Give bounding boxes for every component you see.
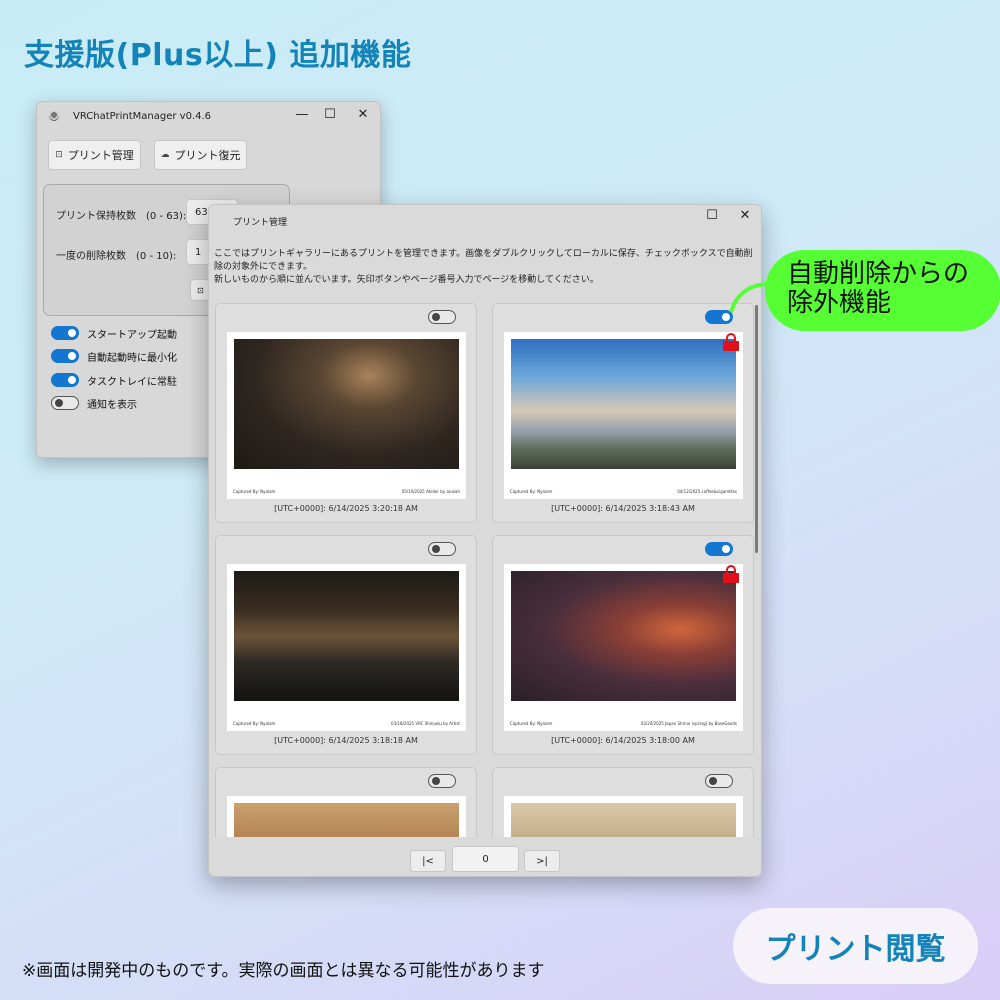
print-caption-left: Captured By: Nyalam <box>510 721 553 726</box>
restore-icon: ☁ <box>160 150 170 160</box>
toggle-row-notify[interactable]: 通知を表示 <box>51 394 137 412</box>
feature-pill: プリント閲覧 <box>733 908 978 984</box>
notify-label: 通知を表示 <box>87 399 137 411</box>
lock-icon <box>723 333 739 351</box>
print-caption-left: Captured By: Nyalam <box>510 489 553 494</box>
delete-count-label: 一度の削除枚数 (0 - 10): <box>56 251 177 262</box>
print-image[interactable]: Captured By: Nyalam 03/18/2025 VRC Shinj… <box>227 564 466 731</box>
page-number-input[interactable]: 0 <box>452 846 519 872</box>
description-line1: ここではプリントギャラリーにあるプリントを管理できます。画像をダブルクリックして… <box>214 249 753 272</box>
close-button[interactable]: ✕ <box>352 107 374 122</box>
app-icon <box>49 111 59 121</box>
keep-count-label: プリント保持枚数 (0 - 63): <box>56 211 187 222</box>
print-caption-right: 05/10/2025 Atelier by anaiah <box>401 489 460 494</box>
print-manage-button[interactable]: ⊡ プリント管理 <box>48 140 141 170</box>
headline: 支援版(Plus以上) 追加機能 <box>24 38 412 73</box>
print-caption-left: Captured By: Nyalam <box>233 489 276 494</box>
exclude-toggle[interactable] <box>705 774 733 788</box>
callout-line1: 自動削除からの <box>787 259 970 289</box>
print-card: Captured By: Nyalam 05/10/2025 Atelier b… <box>215 303 477 523</box>
print-caption-right: 04/12/2025 coffee&cigarettes <box>677 489 737 494</box>
next-page-button[interactable]: >| <box>524 850 560 872</box>
description-line2: 新しいものから順に並んでいます。矢印ボタンやページ番号入力でページを移動してくだ… <box>214 275 599 285</box>
print-image[interactable] <box>227 796 466 837</box>
print-photo <box>511 571 736 701</box>
pm-close-button[interactable]: ✕ <box>734 208 756 223</box>
print-manager-window: プリント管理 ☐ ✕ ここではプリントギャラリーにあるプリントを管理できます。画… <box>208 204 762 877</box>
callout-bubble: 自動削除からの 除外機能 <box>765 250 1000 331</box>
print-timestamp: [UTC+0000]: 6/14/2025 3:18:18 AM <box>274 736 418 745</box>
scrollbar[interactable] <box>755 305 758 553</box>
print-timestamp: [UTC+0000]: 6/14/2025 3:20:18 AM <box>274 504 418 513</box>
callout-line2: 除外機能 <box>787 288 892 318</box>
toggle-row-startup[interactable]: スタートアップ起動 <box>51 324 177 342</box>
startup-toggle[interactable] <box>51 326 79 340</box>
minimize-on-start-label: 自動起動時に最小化 <box>87 352 177 364</box>
print-caption-right: 03/18/2025 VRC Shinjuku by Artist <box>391 721 460 726</box>
print-photo <box>234 571 459 701</box>
minimize-button[interactable]: — <box>291 107 313 122</box>
print-photo <box>234 803 459 837</box>
print-manager-title: プリント管理 <box>233 218 288 228</box>
main-titlebar: VRChatPrintManager v0.4.6 — ☐ ✕ <box>37 102 380 132</box>
gallery-icon: ⊡ <box>55 150 63 160</box>
startup-label: スタートアップ起動 <box>87 329 177 341</box>
pm-maximize-button[interactable]: ☐ <box>701 208 723 223</box>
tray-toggle[interactable] <box>51 373 79 387</box>
print-photo <box>511 339 736 469</box>
apply-button[interactable]: ⊡ <box>190 279 210 301</box>
lock-icon <box>723 565 739 583</box>
print-manage-label: プリント管理 <box>67 149 134 162</box>
toggle-row-tray[interactable]: タスクトレイに常駐 <box>51 371 177 389</box>
print-image[interactable] <box>504 796 743 837</box>
main-window-title: VRChatPrintManager v0.4.6 <box>73 111 212 122</box>
print-timestamp: [UTC+0000]: 6/14/2025 3:18:43 AM <box>551 504 695 513</box>
exclude-toggle[interactable] <box>428 310 456 324</box>
print-restore-button[interactable]: ☁ プリント復元 <box>154 140 247 170</box>
print-caption-left: Captured By: Nyalam <box>233 721 276 726</box>
print-manager-description: ここではプリントギャラリーにあるプリントを管理できます。画像をダブルクリックして… <box>214 248 754 287</box>
print-card: Captured By: Nyalam 03/20/2025 Japan Shr… <box>492 535 754 755</box>
maximize-button[interactable]: ☐ <box>319 107 341 122</box>
disclaimer: ※画面は開発中のものです。実際の画面とは異なる可能性があります <box>22 961 545 981</box>
print-image[interactable]: Captured By: Nyalam 03/20/2025 Japan Shr… <box>504 564 743 731</box>
notify-toggle[interactable] <box>51 396 79 410</box>
print-photo <box>234 339 459 469</box>
toggle-row-minimize[interactable]: 自動起動時に最小化 <box>51 347 177 365</box>
tray-label: タスクトレイに常駐 <box>87 376 177 388</box>
exclude-toggle[interactable] <box>705 542 733 556</box>
prev-page-button[interactable]: |< <box>410 850 446 872</box>
save-icon: ⊡ <box>197 285 204 295</box>
exclude-toggle[interactable] <box>428 542 456 556</box>
print-restore-label: プリント復元 <box>174 149 241 162</box>
print-card <box>215 767 477 837</box>
exclude-toggle[interactable] <box>705 310 733 324</box>
print-image[interactable]: Captured By: Nyalam 05/10/2025 Atelier b… <box>227 332 466 499</box>
print-image[interactable]: Captured By: Nyalam 04/12/2025 coffee&ci… <box>504 332 743 499</box>
minimize-on-start-toggle[interactable] <box>51 349 79 363</box>
print-caption-right: 03/20/2025 Japan Shrine (spring) by Base… <box>640 721 737 726</box>
print-card <box>492 767 754 837</box>
print-card: Captured By: Nyalam 04/12/2025 coffee&ci… <box>492 303 754 523</box>
print-card: Captured By: Nyalam 03/18/2025 VRC Shinj… <box>215 535 477 755</box>
print-grid: Captured By: Nyalam 05/10/2025 Atelier b… <box>209 303 757 837</box>
print-timestamp: [UTC+0000]: 6/14/2025 3:18:00 AM <box>551 736 695 745</box>
print-photo <box>511 803 736 837</box>
exclude-toggle[interactable] <box>428 774 456 788</box>
